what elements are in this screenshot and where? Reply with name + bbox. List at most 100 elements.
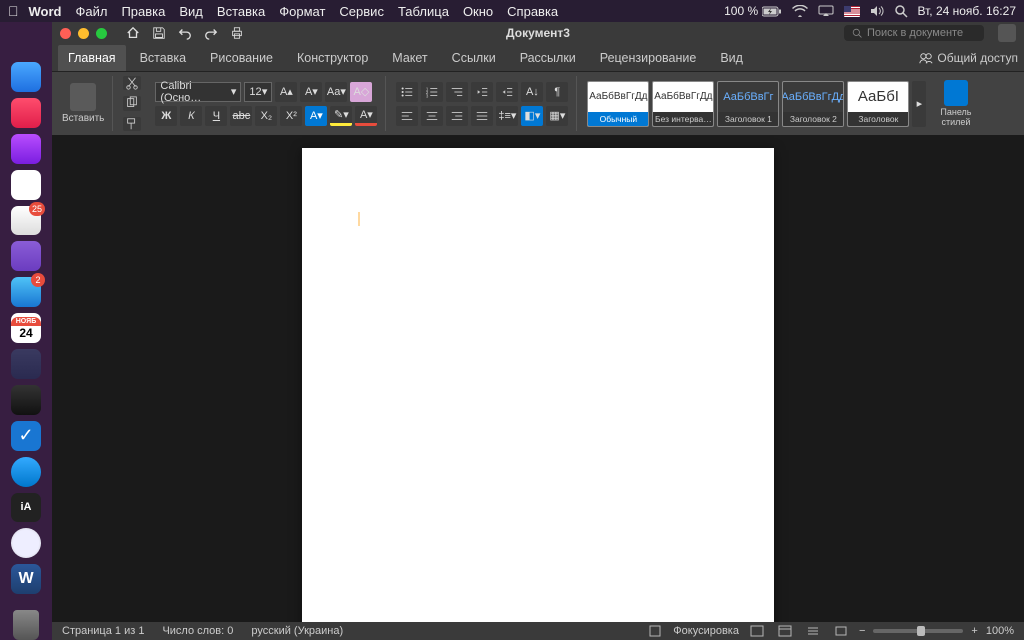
page-count[interactable]: Страница 1 из 1 xyxy=(62,625,144,637)
align-right-button[interactable] xyxy=(446,106,468,126)
tab-insert[interactable]: Вставка xyxy=(130,45,196,71)
superscript-button[interactable]: X² xyxy=(280,106,302,126)
menu-view[interactable]: Вид xyxy=(179,4,203,19)
font-color-button[interactable]: A▾ xyxy=(355,106,377,126)
dock-viber-icon[interactable] xyxy=(11,241,41,271)
apple-menu-icon[interactable]:  xyxy=(8,3,19,19)
word-count[interactable]: Число слов: 0 xyxy=(162,625,233,637)
menu-table[interactable]: Таблица xyxy=(398,4,449,19)
flag-icon[interactable] xyxy=(844,6,860,17)
spotlight-icon[interactable] xyxy=(894,4,908,18)
menu-format[interactable]: Формат xyxy=(279,4,325,19)
highlight-button[interactable]: ✎▾ xyxy=(330,106,352,126)
zoom-level[interactable]: 100% xyxy=(986,625,1014,637)
zoom-out-button[interactable]: − xyxy=(859,625,865,637)
dock-telegram-icon[interactable] xyxy=(11,457,41,487)
style-0[interactable]: АаБбВвГгДдОбычный xyxy=(587,81,649,127)
undo-icon[interactable] xyxy=(177,25,193,41)
format-painter-icon[interactable] xyxy=(123,117,141,131)
menu-file[interactable]: Файл xyxy=(75,4,107,19)
style-3[interactable]: АаБбВвГгДдЗаголовок 2 xyxy=(782,81,844,127)
numbering-button[interactable]: 123 xyxy=(421,82,443,102)
subscript-button[interactable]: X₂ xyxy=(255,106,277,126)
styles-more-button[interactable]: ▸ xyxy=(912,81,926,127)
increase-font-button[interactable]: A▴ xyxy=(275,82,297,102)
underline-button[interactable]: Ч xyxy=(205,106,227,126)
clock[interactable]: Вт, 24 нояб. 16:27 xyxy=(918,4,1017,18)
paste-button[interactable]: Вставить xyxy=(62,83,104,124)
dock-tasks-icon[interactable]: ✓ xyxy=(11,421,41,451)
tab-mailings[interactable]: Рассылки xyxy=(510,45,586,71)
dock-photos-icon[interactable] xyxy=(11,170,41,200)
borders-button[interactable]: ▦▾ xyxy=(546,106,568,126)
share-button[interactable]: Общий доступ xyxy=(919,51,1018,65)
view-draft-button[interactable] xyxy=(831,624,851,638)
align-center-button[interactable] xyxy=(421,106,443,126)
dock-word-icon[interactable]: W xyxy=(11,564,41,594)
dock-finder-icon[interactable] xyxy=(11,62,41,92)
dock-iawriter-icon[interactable]: iA xyxy=(11,493,41,523)
airplay-icon[interactable] xyxy=(818,5,834,17)
view-web-button[interactable] xyxy=(775,624,795,638)
text-effects-button[interactable]: A▾ xyxy=(305,106,327,126)
style-4[interactable]: АаБбIЗаголовок xyxy=(847,81,909,127)
tab-design[interactable]: Конструктор xyxy=(287,45,378,71)
dock-calendar-icon[interactable]: НОЯБ24 xyxy=(11,313,41,343)
search-input[interactable]: Поиск в документе xyxy=(844,25,984,41)
sort-button[interactable]: A↓ xyxy=(521,82,543,102)
change-case-button[interactable]: Aa▾ xyxy=(325,82,347,102)
bold-button[interactable]: Ж xyxy=(155,106,177,126)
home-icon[interactable] xyxy=(125,25,141,41)
dock-generic-icon[interactable] xyxy=(11,349,41,379)
battery-indicator[interactable]: 100 % xyxy=(724,4,781,18)
menu-insert[interactable]: Вставка xyxy=(217,4,265,19)
language[interactable]: русский (Украина) xyxy=(251,625,343,637)
print-icon[interactable] xyxy=(229,25,245,41)
tab-layout[interactable]: Макет xyxy=(382,45,437,71)
account-icon[interactable] xyxy=(998,24,1016,42)
font-size-select[interactable]: 12▾ xyxy=(244,82,272,102)
save-icon[interactable] xyxy=(151,25,167,41)
dock-podcasts-icon[interactable] xyxy=(11,134,41,164)
clear-formatting-button[interactable]: A◇ xyxy=(350,82,372,102)
dock-icloud-icon[interactable]: 25 xyxy=(11,206,41,236)
style-1[interactable]: АаБбВвГгДдБез интерва… xyxy=(652,81,714,127)
shading-button[interactable]: ◧▾ xyxy=(521,106,543,126)
bullets-button[interactable] xyxy=(396,82,418,102)
tab-references[interactable]: Ссылки xyxy=(442,45,506,71)
dock-affinity-icon[interactable] xyxy=(11,385,41,415)
decrease-indent-button[interactable] xyxy=(471,82,493,102)
dock-music-icon[interactable] xyxy=(11,98,41,128)
zoom-in-button[interactable]: + xyxy=(971,625,977,637)
tab-view[interactable]: Вид xyxy=(710,45,753,71)
styles-pane-button[interactable]: Панель стилей xyxy=(936,76,975,131)
tab-draw[interactable]: Рисование xyxy=(200,45,283,71)
redo-icon[interactable] xyxy=(203,25,219,41)
increase-indent-button[interactable] xyxy=(496,82,518,102)
show-marks-button[interactable]: ¶ xyxy=(546,82,568,102)
strikethrough-button[interactable]: abc xyxy=(230,106,252,126)
style-2[interactable]: АаБбВвГгЗаголовок 1 xyxy=(717,81,779,127)
tab-home[interactable]: Главная xyxy=(58,45,126,71)
maximize-button[interactable] xyxy=(96,28,107,39)
close-button[interactable] xyxy=(60,28,71,39)
align-left-button[interactable] xyxy=(396,106,418,126)
justify-button[interactable] xyxy=(471,106,493,126)
dock-trash-icon[interactable] xyxy=(13,610,39,640)
page[interactable] xyxy=(302,148,774,622)
tab-review[interactable]: Рецензирование xyxy=(590,45,707,71)
menu-window[interactable]: Окно xyxy=(463,4,493,19)
app-name[interactable]: Word xyxy=(29,4,62,19)
line-spacing-button[interactable]: ‡≡▾ xyxy=(496,106,518,126)
copy-icon[interactable] xyxy=(123,96,141,110)
italic-button[interactable]: К xyxy=(180,106,202,126)
font-family-select[interactable]: Calibri (Осно…▾ xyxy=(155,82,241,102)
wifi-icon[interactable] xyxy=(792,5,808,17)
menu-edit[interactable]: Правка xyxy=(121,4,165,19)
dock-mail-icon[interactable]: 2 xyxy=(11,277,41,307)
zoom-slider[interactable] xyxy=(873,629,963,633)
menu-tools[interactable]: Сервис xyxy=(339,4,384,19)
view-outline-button[interactable] xyxy=(803,624,823,638)
menu-help[interactable]: Справка xyxy=(507,4,558,19)
multilevel-list-button[interactable] xyxy=(446,82,468,102)
